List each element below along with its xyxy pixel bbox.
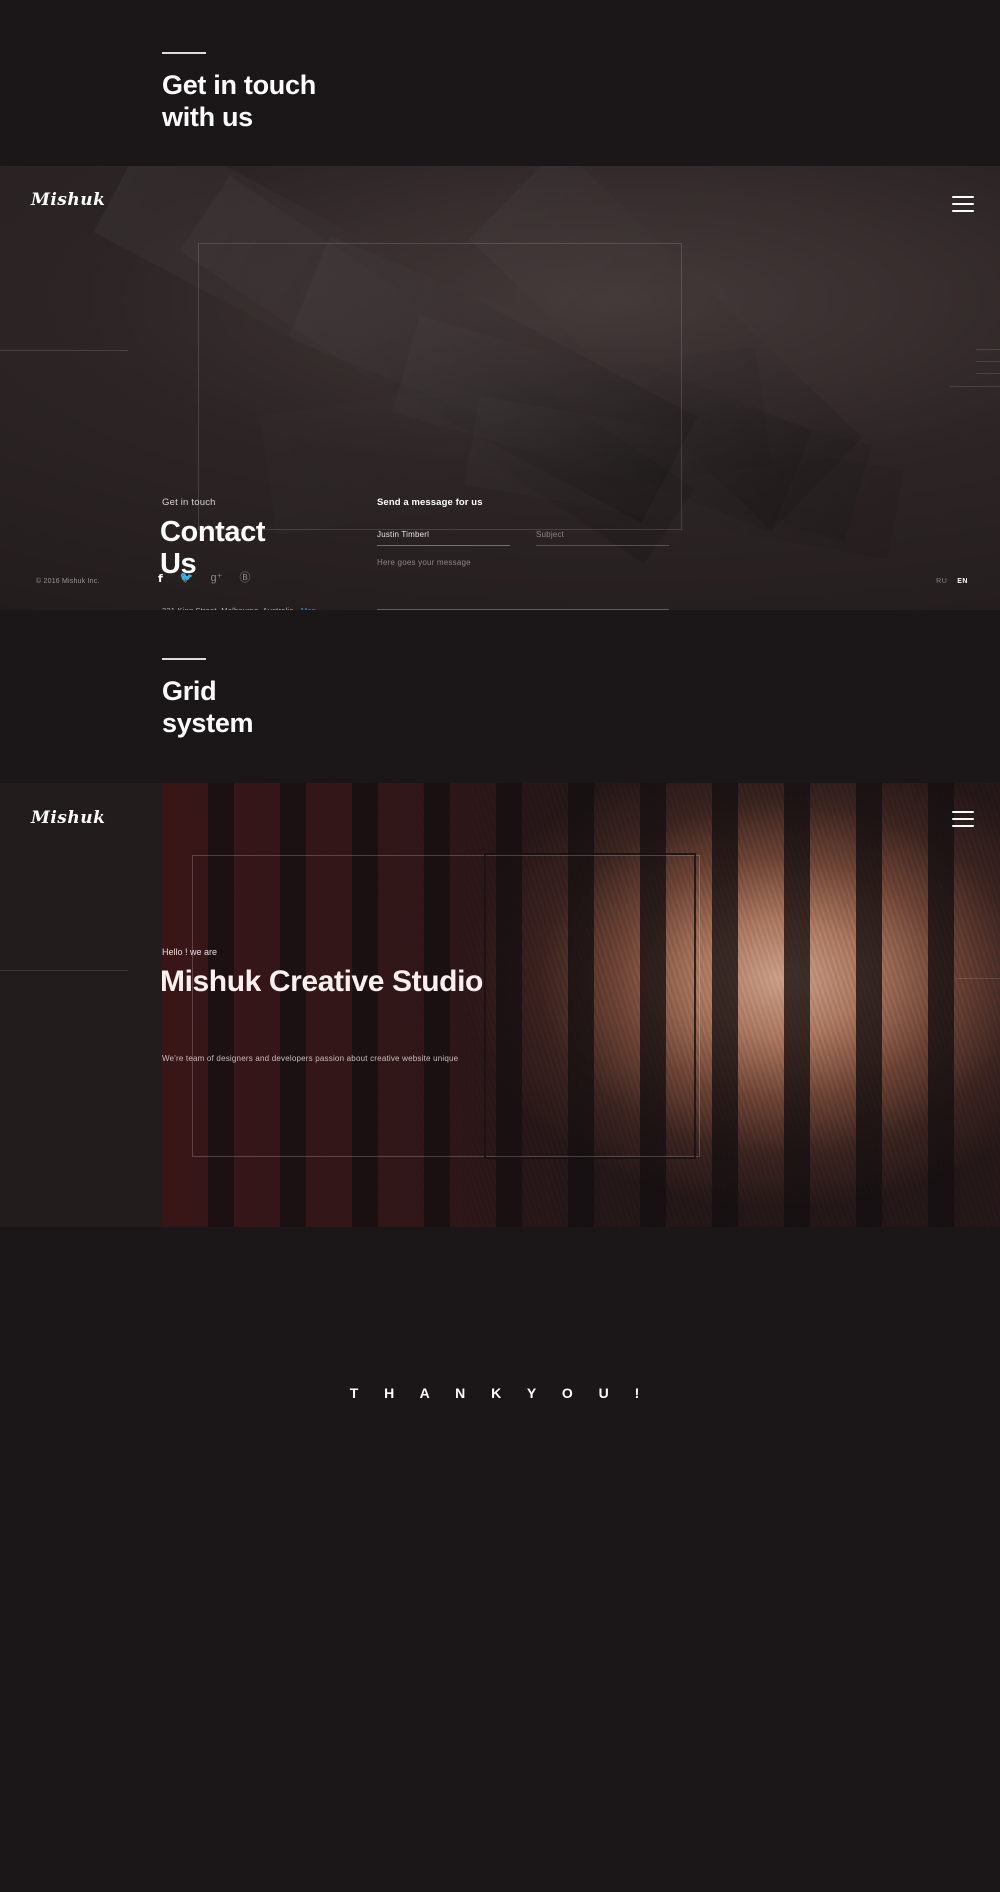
twitter-icon[interactable]: 🐦	[180, 573, 194, 584]
hero-description: We're team of designers and developers p…	[162, 1054, 459, 1063]
grid-system-title: Grid system	[162, 676, 254, 738]
hero-eyebrow: Hello ! we are	[162, 947, 218, 957]
name-field-wrap	[377, 524, 510, 546]
google-plus-icon[interactable]: g⁺	[211, 573, 223, 584]
right-divider-line-2	[976, 361, 1000, 362]
heading-rule	[162, 52, 206, 54]
right-divider-line-1	[976, 349, 1000, 350]
lang-option-en[interactable]: EN	[957, 578, 968, 585]
social-links: f 🐦 g⁺ Ⓑ	[158, 573, 250, 585]
form-top-row	[377, 524, 669, 546]
copyright-text: © 2016 Mishuk Inc.	[36, 578, 100, 585]
hero-right-divider	[956, 978, 1000, 979]
hero-decorative-frame-dark	[484, 853, 696, 1159]
dribbble-icon[interactable]: Ⓑ	[239, 573, 250, 584]
hero-site-logo[interactable]: Mishuk	[31, 808, 105, 828]
subject-input[interactable]	[536, 530, 669, 546]
contact-header: Mishuk	[0, 166, 1000, 240]
page-title: Get in touch with us	[162, 70, 316, 132]
hero-title: Mishuk Creative Studio	[160, 965, 483, 998]
form-heading: Send a message for us	[377, 497, 483, 508]
right-divider-line-3	[976, 373, 1000, 374]
right-divider-line-4	[950, 386, 1000, 387]
contact-screenshot: Mishuk Get in touch Contact Us 321 King …	[0, 166, 1000, 610]
heading-rule	[162, 658, 206, 660]
page-root: Get in touch with us Mishuk Get in touch…	[0, 0, 1000, 1892]
hamburger-icon[interactable]	[952, 196, 974, 212]
decorative-frame	[198, 243, 682, 530]
section-outro	[0, 1227, 1000, 1892]
section-grid-system: Grid system	[0, 610, 1000, 783]
name-input[interactable]	[377, 530, 510, 546]
get-in-touch-heading-block: Get in touch with us	[162, 52, 316, 134]
contact-eyebrow: Get in touch	[162, 497, 216, 508]
grid-system-heading-block: Grid system	[162, 658, 254, 740]
hero-left-divider	[0, 970, 128, 971]
facebook-icon[interactable]: f	[158, 573, 163, 584]
language-switcher: RU EN	[936, 578, 968, 585]
subject-field-wrap	[536, 524, 669, 546]
contact-footer: © 2016 Mishuk Inc. f 🐦 g⁺ Ⓑ RU EN	[0, 560, 1000, 610]
site-logo[interactable]: Mishuk	[31, 190, 105, 210]
thank-you-text: T H A N K Y O U !	[349, 1385, 651, 1401]
hero-screenshot	[0, 783, 1000, 1227]
left-divider-line	[0, 350, 128, 351]
hero-hamburger-icon[interactable]	[952, 811, 974, 827]
section-get-in-touch: Get in touch with us	[0, 0, 1000, 166]
lang-option-ru[interactable]: RU	[936, 578, 947, 585]
